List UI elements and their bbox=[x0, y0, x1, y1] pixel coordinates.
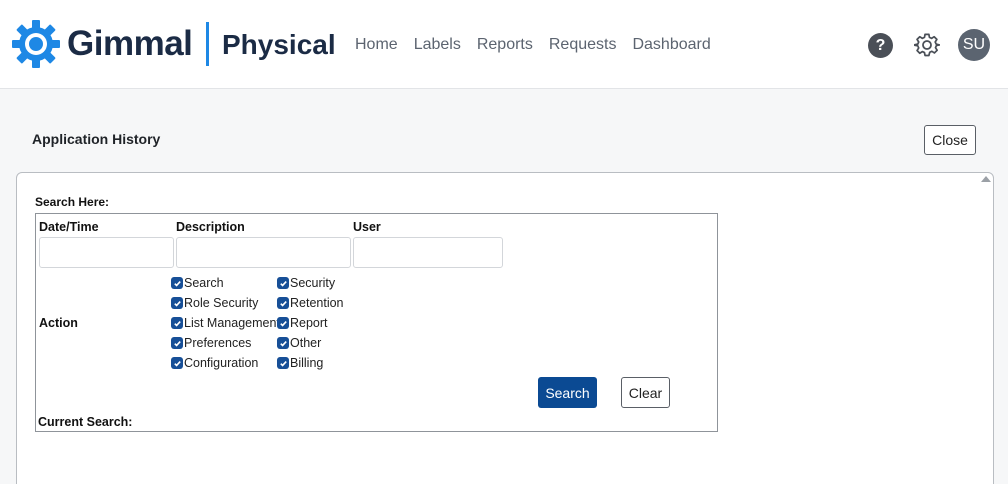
action-checkbox-role-security[interactable]: Role Security bbox=[171, 296, 258, 310]
datetime-column-label: Date/Time bbox=[39, 220, 99, 234]
product-name: Physical bbox=[222, 29, 336, 60]
scroll-up-arrow-icon[interactable] bbox=[981, 176, 991, 182]
clear-button[interactable]: Clear bbox=[621, 377, 670, 408]
action-checkbox-retention[interactable]: Retention bbox=[277, 296, 344, 310]
checkbox-label: Retention bbox=[290, 296, 344, 310]
checkbox-checked-icon[interactable] bbox=[277, 277, 289, 289]
checkbox-label: List Management bbox=[184, 316, 280, 330]
nav-home[interactable]: Home bbox=[355, 34, 398, 56]
action-checkbox-configuration[interactable]: Configuration bbox=[171, 356, 258, 370]
settings-gear-icon[interactable] bbox=[914, 32, 940, 58]
checkbox-label: Search bbox=[184, 276, 224, 290]
nav-dashboard[interactable]: Dashboard bbox=[632, 34, 710, 56]
checkbox-label: Security bbox=[290, 276, 336, 290]
checkbox-checked-icon[interactable] bbox=[171, 297, 183, 309]
nav-labels[interactable]: Labels bbox=[414, 34, 461, 56]
help-icon[interactable]: ? bbox=[868, 33, 893, 58]
gimmal-gear-logo-icon[interactable] bbox=[11, 19, 61, 69]
page-title: Application History bbox=[32, 131, 161, 147]
checkbox-checked-icon[interactable] bbox=[171, 277, 183, 289]
current-search-label: Current Search: bbox=[38, 415, 133, 429]
brand-name[interactable]: Gimmal bbox=[67, 22, 193, 66]
description-input[interactable] bbox=[176, 237, 351, 268]
action-checkbox-billing[interactable]: Billing bbox=[277, 356, 323, 370]
checkbox-checked-icon[interactable] bbox=[277, 297, 289, 309]
checkbox-label: Role Security bbox=[184, 296, 259, 310]
checkbox-checked-icon[interactable] bbox=[277, 317, 289, 329]
action-checkbox-report[interactable]: Report bbox=[277, 316, 328, 330]
action-checkbox-preferences[interactable]: Preferences bbox=[171, 336, 251, 350]
checkbox-label: Other bbox=[290, 336, 322, 350]
checkbox-checked-icon[interactable] bbox=[171, 357, 183, 369]
checkbox-label: Report bbox=[290, 316, 328, 330]
close-button[interactable]: Close bbox=[924, 125, 976, 155]
checkbox-checked-icon[interactable] bbox=[277, 357, 289, 369]
checkbox-checked-icon[interactable] bbox=[171, 337, 183, 349]
nav-requests[interactable]: Requests bbox=[549, 34, 617, 56]
datetime-input[interactable] bbox=[39, 237, 174, 268]
description-column-label: Description bbox=[176, 220, 245, 234]
action-checkbox-list-management[interactable]: List Management bbox=[171, 316, 280, 330]
action-checkbox-other[interactable]: Other bbox=[277, 336, 321, 350]
user-avatar[interactable]: SU bbox=[958, 29, 990, 61]
checkbox-checked-icon[interactable] bbox=[277, 337, 289, 349]
search-button[interactable]: Search bbox=[538, 377, 597, 408]
user-column-label: User bbox=[353, 220, 381, 234]
checkbox-label: Configuration bbox=[184, 356, 259, 370]
checkbox-label: Billing bbox=[290, 356, 324, 370]
action-checkbox-search[interactable]: Search bbox=[171, 276, 224, 290]
app-header: Gimmal Physical Home Labels Reports Requ… bbox=[0, 0, 1008, 89]
checkbox-checked-icon[interactable] bbox=[171, 317, 183, 329]
main-nav: Home Labels Reports Requests Dashboard bbox=[355, 34, 711, 56]
checkbox-label: Preferences bbox=[184, 336, 252, 350]
action-checkbox-security[interactable]: Security bbox=[277, 276, 335, 290]
user-input[interactable] bbox=[353, 237, 503, 268]
search-here-heading: Search Here: bbox=[35, 195, 110, 209]
brand-divider bbox=[206, 22, 209, 66]
nav-reports[interactable]: Reports bbox=[477, 34, 533, 56]
action-label: Action bbox=[39, 316, 78, 330]
